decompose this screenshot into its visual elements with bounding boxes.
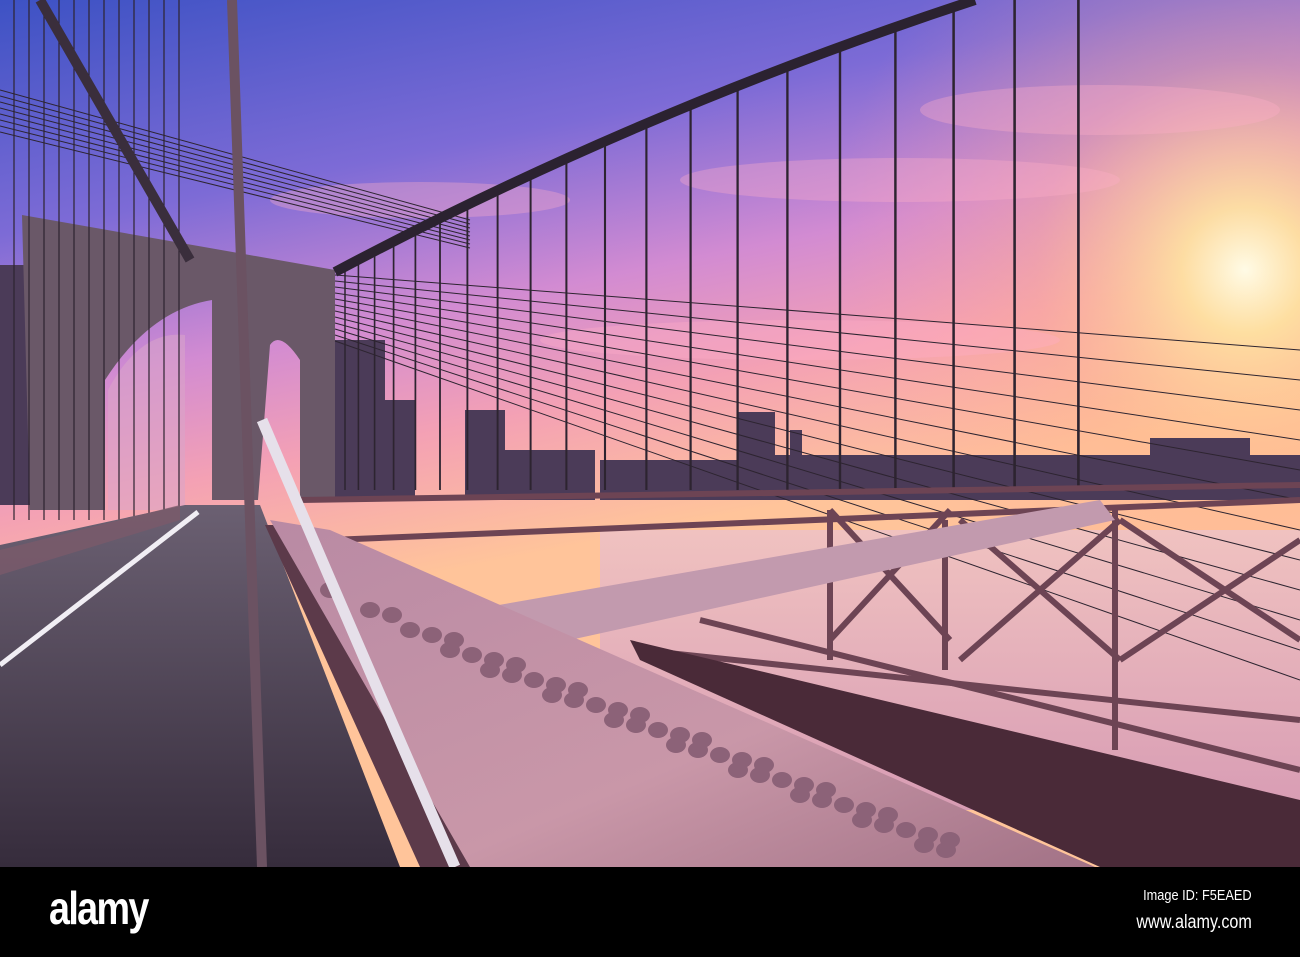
rivet (524, 672, 544, 688)
rivet (666, 737, 686, 753)
rivet (542, 687, 562, 703)
stock-photo-frame: alamy Image ID: F5EAED www.alamy.com (0, 0, 1300, 957)
website-link[interactable]: www.alamy.com (1137, 912, 1252, 934)
rivet (688, 742, 708, 758)
rivet (648, 722, 668, 738)
rivet (400, 622, 420, 638)
rivet (812, 792, 832, 808)
rivet (586, 697, 606, 713)
rivet (710, 747, 730, 763)
rivet (604, 712, 624, 728)
rivet (382, 607, 402, 623)
rivet (852, 812, 872, 828)
rivet (914, 837, 934, 853)
rivet (360, 602, 380, 618)
rivet (728, 762, 748, 778)
rivet (896, 822, 916, 838)
rivet (502, 667, 522, 683)
bridge-photo (0, 0, 1300, 867)
image-id-label: Image ID: F5EAED (1143, 887, 1252, 904)
rivet (772, 772, 792, 788)
rivet (564, 692, 584, 708)
alamy-logo: alamy (49, 882, 149, 934)
rivet (936, 842, 956, 858)
watermark-bar: alamy Image ID: F5EAED www.alamy.com (0, 867, 1300, 957)
rivet (874, 817, 894, 833)
rivet (750, 767, 770, 783)
rivet (834, 797, 854, 813)
rivet (626, 717, 646, 733)
rivet (790, 787, 810, 803)
rivet (462, 647, 482, 663)
rivet (440, 642, 460, 658)
rivet (422, 627, 442, 643)
rivet (480, 662, 500, 678)
